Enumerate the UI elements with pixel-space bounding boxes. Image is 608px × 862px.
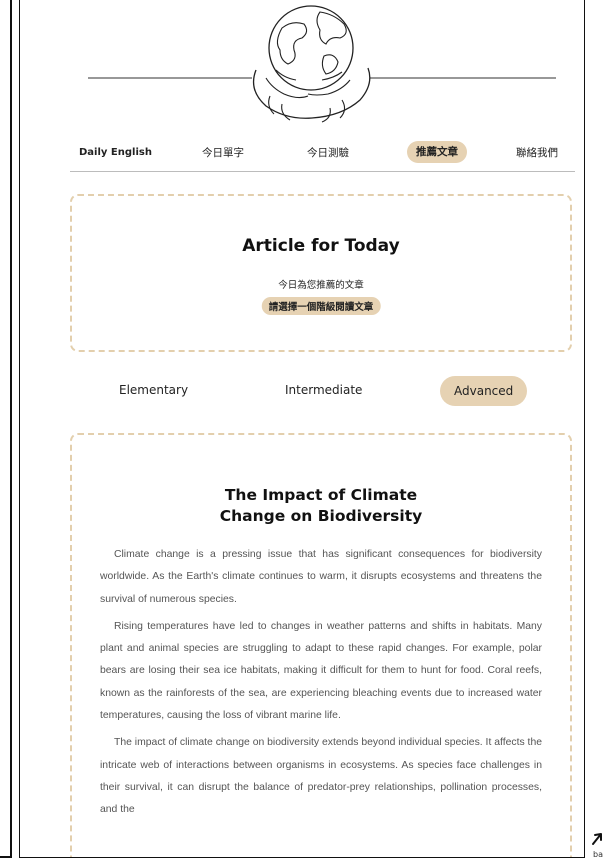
section-subtitle: 今日為您推薦的文章 xyxy=(278,280,364,291)
level-intermediate-button[interactable]: Intermediate xyxy=(285,383,362,397)
nav-item-quiz[interactable]: 今日測驗 xyxy=(307,145,349,161)
article-intro-card: Article for Today 今日為您推薦的文章 請選擇一個階級閱讀文章 xyxy=(70,194,572,352)
article-paragraph: The impact of climate change on biodiver… xyxy=(100,737,542,816)
globe-hands-icon xyxy=(88,5,556,123)
article-body: Climate change is a pressing issue that … xyxy=(100,544,542,827)
arrow-up-icon xyxy=(592,833,602,845)
header-logo xyxy=(20,0,584,130)
brand-link[interactable]: Daily English xyxy=(79,145,152,161)
article-card: The Impact of Climate Change on Biodiver… xyxy=(70,433,572,857)
left-panel-frame xyxy=(0,0,12,858)
main-nav: Daily English 今日單字 今日測驗 推薦文章 聯絡我們 xyxy=(70,138,575,172)
nav-item-vocabulary[interactable]: 今日單字 xyxy=(202,145,244,161)
level-selector: Elementary Intermediate Advanced xyxy=(70,372,572,412)
level-elementary-button[interactable]: Elementary xyxy=(119,383,188,397)
level-prompt-badge: 請選擇一個階級閱讀文章 xyxy=(261,297,381,315)
level-advanced-button[interactable]: Advanced xyxy=(440,376,528,406)
article-title: The Impact of Climate Change on Biodiver… xyxy=(219,486,423,525)
article-paragraph: Rising temperatures have led to changes … xyxy=(100,620,542,722)
back-to-top-label[interactable]: ba xyxy=(593,850,603,859)
nav-item-contact[interactable]: 聯絡我們 xyxy=(516,145,558,161)
section-title: Article for Today xyxy=(242,236,400,256)
page-frame: Daily English 今日單字 今日測驗 推薦文章 聯絡我們 Articl… xyxy=(19,0,585,858)
nav-item-articles[interactable]: 推薦文章 xyxy=(407,141,467,163)
article-paragraph: Climate change is a pressing issue that … xyxy=(100,549,542,605)
